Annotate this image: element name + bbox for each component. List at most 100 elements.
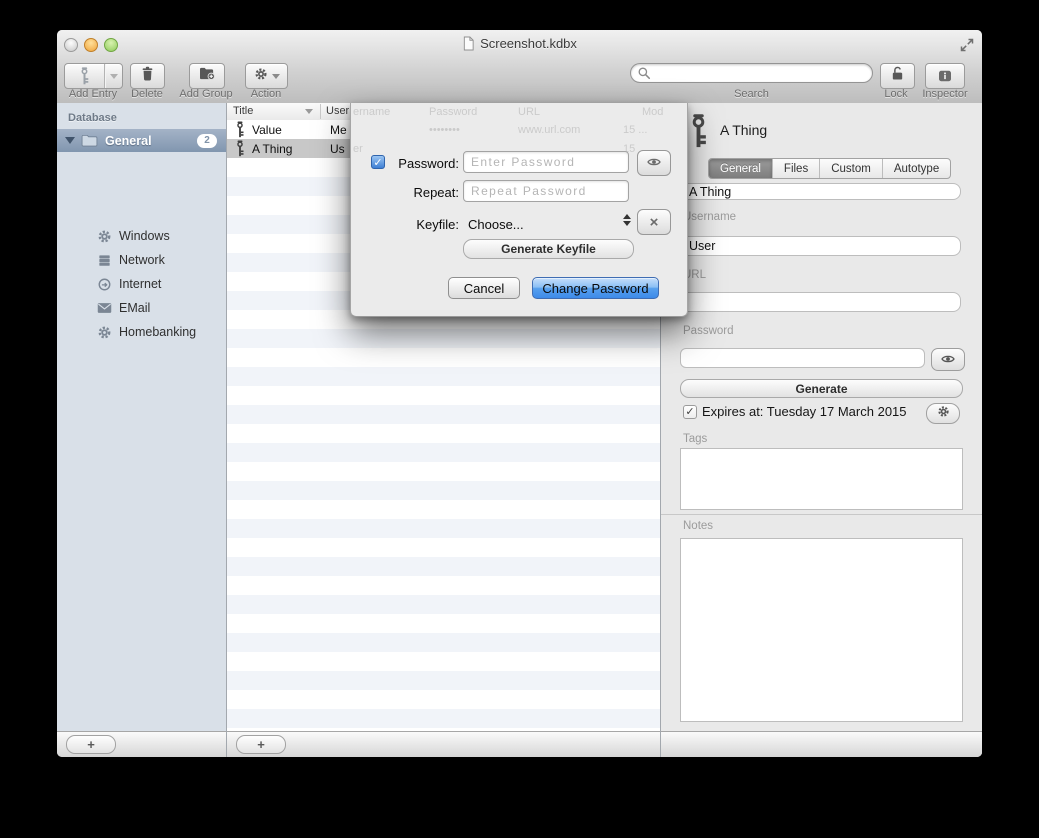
sidebar-group-general[interactable]: General 2 bbox=[57, 129, 226, 152]
disclosure-triangle-icon[interactable] bbox=[65, 137, 75, 144]
new-password-input[interactable] bbox=[463, 151, 629, 173]
change-password-sheet: ername Password URL Mod •••••••• www.url… bbox=[350, 103, 688, 317]
key-icon bbox=[235, 140, 245, 157]
sidebar-item-label: EMail bbox=[119, 301, 150, 315]
keyfile-label: Keyfile: bbox=[351, 217, 459, 232]
sidebar-item-label: Internet bbox=[119, 277, 161, 291]
group-label: General bbox=[105, 134, 152, 148]
chevron-down-icon[interactable] bbox=[105, 74, 122, 79]
sidebar-item-network[interactable]: Network bbox=[57, 248, 226, 272]
notes-field[interactable] bbox=[680, 538, 963, 722]
sidebar-item-label: Windows bbox=[119, 229, 170, 243]
entry-title: Value bbox=[252, 123, 314, 137]
tab-files[interactable]: Files bbox=[773, 159, 820, 178]
inspector-panel: A Thing General Files Custom Autotype Us… bbox=[661, 103, 982, 757]
trash-icon bbox=[140, 66, 155, 86]
inspector-footer bbox=[661, 731, 982, 757]
sidebar-item-email[interactable]: EMail bbox=[57, 296, 226, 320]
sidebar-item-label: Network bbox=[119, 253, 165, 267]
table-footer bbox=[227, 731, 660, 757]
delete-button[interactable] bbox=[130, 63, 165, 89]
fullscreen-icon[interactable] bbox=[960, 38, 974, 57]
server-icon bbox=[96, 253, 112, 268]
expires-row: ✓ Expires at: Tuesday 17 March 2015 bbox=[683, 404, 907, 419]
inspector-label: Inspector bbox=[914, 88, 976, 100]
search-icon bbox=[637, 66, 651, 80]
expires-checkbox[interactable]: ✓ bbox=[683, 405, 697, 419]
clear-keyfile-button[interactable]: × bbox=[637, 209, 671, 235]
entry-title: A Thing bbox=[252, 142, 314, 156]
window-title: Screenshot.kdbx bbox=[480, 36, 577, 51]
add-entry-button[interactable] bbox=[64, 63, 123, 89]
globe-icon bbox=[96, 277, 112, 292]
bleed-header-modified: Mod bbox=[642, 106, 663, 118]
search-input[interactable] bbox=[655, 65, 866, 81]
password-label: Password: bbox=[351, 156, 459, 171]
title-field[interactable] bbox=[680, 183, 961, 200]
bleed-header-username: ername bbox=[353, 106, 390, 118]
info-icon bbox=[937, 70, 953, 82]
username-label: Username bbox=[683, 211, 736, 223]
bleed-header-url: URL bbox=[518, 106, 540, 118]
tab-general[interactable]: General bbox=[709, 159, 773, 178]
key-icon bbox=[688, 113, 709, 154]
bleed-header-password: Password bbox=[429, 106, 477, 118]
inspector-button[interactable] bbox=[925, 63, 965, 89]
sidebar-item-windows[interactable]: Windows bbox=[57, 224, 226, 248]
username-field[interactable] bbox=[680, 236, 961, 256]
sidebar-item-internet[interactable]: Internet bbox=[57, 272, 226, 296]
lock-open-icon bbox=[890, 66, 905, 86]
tab-autotype[interactable]: Autotype bbox=[883, 159, 950, 178]
password-field[interactable] bbox=[680, 348, 925, 368]
tab-custom[interactable]: Custom bbox=[820, 159, 883, 178]
generate-button[interactable]: Generate bbox=[680, 379, 963, 398]
gear-icon bbox=[96, 229, 112, 244]
lock-button[interactable] bbox=[880, 63, 915, 89]
envelope-icon bbox=[96, 302, 112, 314]
expires-label: Expires at: Tuesday 17 March 2015 bbox=[702, 404, 907, 419]
change-password-button[interactable]: Change Password bbox=[532, 277, 659, 299]
sidebar-item-homebanking[interactable]: Homebanking bbox=[57, 320, 226, 344]
column-divider[interactable] bbox=[320, 104, 321, 119]
repeat-password-input[interactable] bbox=[463, 180, 629, 202]
repeat-label: Repeat: bbox=[351, 185, 459, 200]
app-window: Screenshot.kdbx Add Entry Delete Add Gro… bbox=[57, 30, 982, 757]
entry-username: Us bbox=[330, 142, 345, 156]
column-header-title[interactable]: Title bbox=[233, 105, 253, 117]
folder-plus-icon bbox=[199, 66, 216, 86]
search-label: Search bbox=[630, 88, 873, 100]
expires-options-button[interactable] bbox=[926, 403, 960, 424]
bleed-row1-modified: 15 ... bbox=[623, 124, 647, 136]
tags-label: Tags bbox=[683, 433, 707, 445]
stepper-icon[interactable] bbox=[623, 214, 631, 226]
key-icon bbox=[65, 67, 104, 85]
bleed-row1-url: www.url.com bbox=[518, 124, 580, 136]
add-entry-plus-button[interactable]: + bbox=[236, 735, 286, 754]
sidebar: Database General 2 Windows Network Inter… bbox=[57, 103, 226, 731]
eye-icon bbox=[941, 351, 955, 369]
gear-icon bbox=[96, 325, 112, 340]
count-badge: 2 bbox=[197, 134, 217, 148]
tags-field[interactable] bbox=[680, 448, 963, 510]
action-button[interactable] bbox=[245, 63, 288, 89]
keyfile-popup-value[interactable]: Choose... bbox=[468, 217, 524, 232]
notes-label: Notes bbox=[683, 520, 713, 532]
close-icon: × bbox=[650, 215, 659, 230]
generate-keyfile-button[interactable]: Generate Keyfile bbox=[463, 239, 634, 259]
add-group-button[interactable] bbox=[189, 63, 225, 89]
reveal-password-button[interactable] bbox=[931, 348, 965, 371]
chevron-down-icon bbox=[272, 74, 280, 79]
add-group-plus-button[interactable]: + bbox=[66, 735, 116, 754]
window-chrome: Screenshot.kdbx Add Entry Delete Add Gro… bbox=[57, 30, 982, 104]
sidebar-item-label: Homebanking bbox=[119, 325, 196, 339]
sidebar-divider[interactable] bbox=[226, 103, 227, 757]
url-field[interactable] bbox=[680, 292, 961, 312]
add-entry-label: Add Entry bbox=[57, 88, 129, 100]
sidebar-header: Database bbox=[68, 112, 117, 124]
reveal-password-button[interactable] bbox=[637, 150, 671, 176]
add-group-label: Add Group bbox=[173, 88, 239, 100]
search-field[interactable] bbox=[630, 63, 873, 83]
cancel-button[interactable]: Cancel bbox=[448, 277, 520, 299]
bleed-row2-username: er bbox=[353, 143, 363, 155]
password-label: Password bbox=[683, 325, 734, 337]
